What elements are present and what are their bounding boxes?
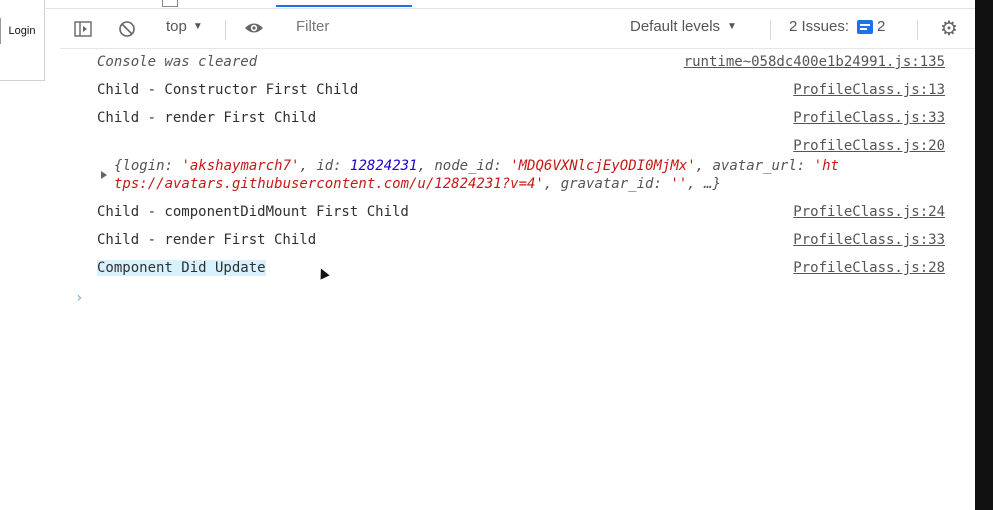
message-text: Child - Constructor First Child [97,82,359,98]
clear-console-icon[interactable] [118,20,136,38]
toolbar-divider [770,20,771,40]
page-left-panel: Login [0,0,45,81]
console-message: Child - render First Child ProfileClass.… [97,228,945,254]
message-source-link[interactable]: ProfileClass.js:24 [793,204,945,220]
message-source-link[interactable]: ProfileClass.js:33 [793,110,945,126]
filter-input[interactable]: Filter [296,18,329,35]
object-preview-line-1: {login: 'akshaymarch7', id: 12824231, no… [114,158,839,174]
object-preview-line-2: tps://avatars.githubusercontent.com/u/12… [114,176,721,192]
message-source-link[interactable]: ProfileClass.js:20 [793,138,945,154]
login-button[interactable]: Login [0,18,43,44]
gear-icon[interactable]: ⚙ [940,16,958,41]
message-source-link[interactable]: ProfileClass.js:28 [793,260,945,276]
message-text-highlighted: Component Did Update [97,260,266,276]
object-preview[interactable]: {login: 'akshaymarch7', id: 12824231, no… [114,157,945,193]
message-text: Child - render First Child [97,232,317,248]
eye-icon[interactable] [244,20,264,36]
panel-top-strip [44,0,975,9]
message-source-link[interactable]: ProfileClass.js:13 [793,82,945,98]
window-right-edge [975,0,993,510]
expand-triangle-icon[interactable] [101,171,107,179]
issues-count: 2 [877,18,886,35]
levels-label: Default levels [630,18,721,35]
issues-label: 2 Issues: [789,18,850,35]
toolbar-divider [917,20,918,40]
console-prompt-icon[interactable]: › [75,290,83,306]
console-message: Child - componentDidMount First Child Pr… [97,200,945,226]
message-text: Child - componentDidMount First Child [97,204,409,220]
message-source-link[interactable]: ProfileClass.js:33 [793,232,945,248]
small-box-icon [162,0,178,7]
sidebar-toggle-icon[interactable] [74,21,92,37]
issues-button[interactable]: 2 Issues: 2 [789,18,885,35]
active-tab-indicator [276,5,412,7]
console-message: Child - render First Child ProfileClass.… [97,106,945,132]
console-output: Console was cleared runtime~058dc400e1b2… [44,50,975,510]
console-message: Console was cleared runtime~058dc400e1b2… [97,50,945,76]
message-source-link[interactable]: runtime~058dc400e1b24991.js:135 [684,54,945,70]
console-message: Component Did Update ProfileClass.js:28 [97,256,945,282]
message-text: Child - render First Child [97,110,317,126]
chevron-down-icon: ▼ [192,21,203,32]
issues-chat-icon [857,19,874,34]
message-text: Console was cleared [97,54,258,70]
levels-dropdown[interactable]: Default levels ▼ [630,18,737,35]
console-toolbar: top ▼ Filter Default levels ▼ 2 Issues: … [60,12,975,49]
context-label: top [166,18,187,35]
chevron-down-icon: ▼ [727,21,737,32]
context-selector[interactable]: top ▼ [166,18,203,35]
console-message: Child - Constructor First Child ProfileC… [97,78,945,104]
toolbar-divider [225,20,226,40]
